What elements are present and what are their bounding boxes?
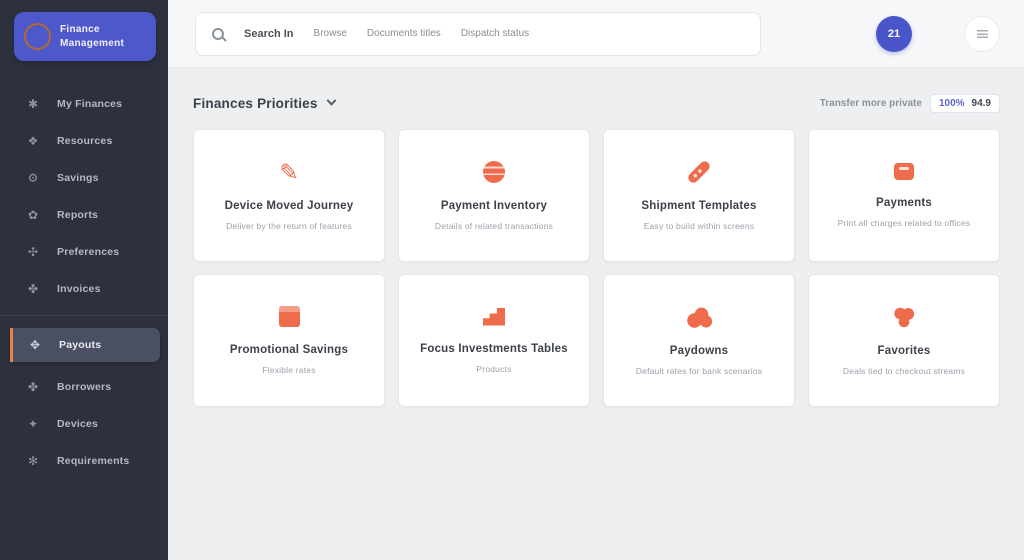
search-token-documents[interactable]: Documents titles: [367, 28, 441, 39]
menu-button[interactable]: [964, 16, 1000, 52]
card-subtitle: Print all charges related to offices: [838, 218, 971, 228]
sidebar-item-payouts-active[interactable]: ✥ Payouts: [10, 328, 160, 362]
card-title: Favorites: [878, 345, 931, 357]
notification-count-badge: 21: [888, 28, 900, 40]
sidebar-item-label: My Finances: [57, 98, 122, 110]
content: Finances Priorities Transfer more privat…: [168, 68, 1024, 407]
sidebar-item-invoices[interactable]: ✤ Invoices: [0, 270, 168, 307]
badge-primary-value: 100%: [939, 98, 965, 109]
grid-icon: ❖: [26, 134, 40, 148]
card-subtitle: Products: [476, 364, 511, 374]
search-icon: [212, 28, 224, 40]
sidebar-item-savings[interactable]: ⚙ Savings: [0, 159, 168, 196]
gift-icon: [687, 306, 712, 328]
search-token-dispatch[interactable]: Dispatch status: [461, 28, 529, 39]
wallet-icon: [894, 163, 914, 180]
search-token-browse[interactable]: Browse: [314, 28, 347, 39]
sidebar-item-reports[interactable]: ✿ Reports: [0, 196, 168, 233]
sidebar-item-borrowers[interactable]: ✤ Borrowers: [0, 368, 168, 405]
sidebar-item-label: Requirements: [57, 455, 129, 467]
card-subtitle: Easy to build within screens: [644, 221, 755, 231]
sidebar-item-label: Borrowers: [57, 381, 111, 393]
card-paydowns[interactable]: Paydowns Default rates for bank scenario…: [603, 274, 795, 407]
snowflake-icon: ✻: [26, 454, 40, 468]
card-promotional-savings[interactable]: Promotional Savings Flexible rates: [193, 274, 385, 407]
card-focus-investments[interactable]: Focus Investments Tables Products: [398, 274, 590, 407]
sidebar-item-label: Invoices: [57, 283, 101, 295]
card-favorites[interactable]: Favorites Deals tied to checkout streams: [808, 274, 1000, 407]
flower-icon: ✿: [26, 208, 40, 222]
meta-label: Transfer more private: [820, 98, 922, 109]
main-area: Search In Browse Documents titles Dispat…: [168, 0, 1024, 560]
sidebar-item-label: Payouts: [59, 339, 101, 351]
card-grid: ✎ Device Moved Journey Deliver by the re…: [193, 129, 1000, 407]
card-payment-inventory[interactable]: Payment Inventory Details of related tra…: [398, 129, 590, 262]
content-header: Finances Priorities Transfer more privat…: [193, 94, 1000, 113]
coin-icon: [24, 23, 51, 50]
sidebar-item-label: Resources: [57, 135, 113, 147]
sidebar-divider: [0, 315, 168, 316]
gear-icon: ✥: [28, 338, 42, 352]
chevron-down-icon: [326, 96, 336, 106]
clover-icon: ✤: [26, 282, 40, 296]
gear-icon: ⚙: [26, 171, 40, 185]
sidebar-item-label: Reports: [57, 209, 98, 221]
card-subtitle: Default rates for bank scenarios: [636, 366, 762, 376]
globe-icon: [483, 161, 505, 183]
card-title: Promotional Savings: [230, 344, 348, 356]
sidebar: Finance Management ✱ My Finances ❖ Resou…: [0, 0, 168, 560]
app-title-line1: Finance: [60, 23, 124, 37]
sidebar-item-preferences[interactable]: ✣ Preferences: [0, 233, 168, 270]
card-subtitle: Flexible rates: [262, 365, 315, 375]
brush-icon: [686, 159, 711, 184]
search-primary-label[interactable]: Search In: [244, 28, 294, 40]
spark-icon: ✦: [26, 417, 40, 431]
sidebar-nav-primary: ✱ My Finances ❖ Resources ⚙ Savings ✿ Re…: [0, 85, 168, 307]
sidebar-item-label: Savings: [57, 172, 99, 184]
sidebar-item-label: Preferences: [57, 246, 119, 258]
page-title-dropdown[interactable]: Finances Priorities: [193, 96, 335, 111]
sidebar-item-my-finances[interactable]: ✱ My Finances: [0, 85, 168, 122]
card-title: Payment Inventory: [441, 200, 547, 212]
sidebar-item-label: Devices: [57, 418, 98, 430]
card-title: Focus Investments Tables: [420, 343, 568, 355]
search-input[interactable]: Search In Browse Documents titles Dispat…: [195, 12, 761, 56]
app-title: Finance Management: [60, 23, 124, 50]
card-title: Shipment Templates: [641, 200, 756, 212]
menu-icon: [977, 30, 988, 38]
badge-secondary-value: 94.9: [972, 98, 991, 109]
card-payments[interactable]: Payments Print all charges related to of…: [808, 129, 1000, 262]
card-device-moved-journey[interactable]: ✎ Device Moved Journey Deliver by the re…: [193, 129, 385, 262]
sidebar-item-devices[interactable]: ✦ Devices: [0, 405, 168, 442]
sidebar-item-requirements[interactable]: ✻ Requirements: [0, 442, 168, 479]
card-subtitle: Details of related transactions: [435, 221, 553, 231]
sidebar-nav-secondary: ✥ Payouts ✤ Borrowers ✦ Devices ✻ Requir…: [0, 326, 168, 479]
topbar: Search In Browse Documents titles Dispat…: [168, 0, 1024, 68]
header-meta: Transfer more private 100% 94.9: [820, 94, 1000, 113]
card-subtitle: Deliver by the return of features: [226, 221, 352, 231]
asterisk-icon: ✱: [26, 97, 40, 111]
clover-icon: ✤: [26, 380, 40, 394]
app-title-line2: Management: [60, 37, 124, 51]
meta-badge[interactable]: 100% 94.9: [930, 94, 1000, 113]
app-window: Finance Management ✱ My Finances ❖ Resou…: [0, 0, 1024, 560]
notifications-button[interactable]: 21: [876, 16, 912, 52]
flower-icon: [892, 306, 916, 328]
card-title: Paydowns: [670, 345, 728, 357]
pencil-icon: ✎: [279, 161, 298, 183]
card-shipment-templates[interactable]: Shipment Templates Easy to build within …: [603, 129, 795, 262]
calendar-icon: [279, 306, 300, 327]
page-title: Finances Priorities: [193, 96, 318, 111]
bar-chart-icon: [483, 308, 505, 326]
cog-icon: ✣: [26, 245, 40, 259]
user-avatar[interactable]: [920, 16, 956, 52]
card-title: Device Moved Journey: [225, 200, 354, 212]
card-title: Payments: [876, 197, 932, 209]
card-subtitle: Deals tied to checkout streams: [843, 366, 965, 376]
sidebar-item-resources[interactable]: ❖ Resources: [0, 122, 168, 159]
app-logo[interactable]: Finance Management: [14, 12, 156, 61]
